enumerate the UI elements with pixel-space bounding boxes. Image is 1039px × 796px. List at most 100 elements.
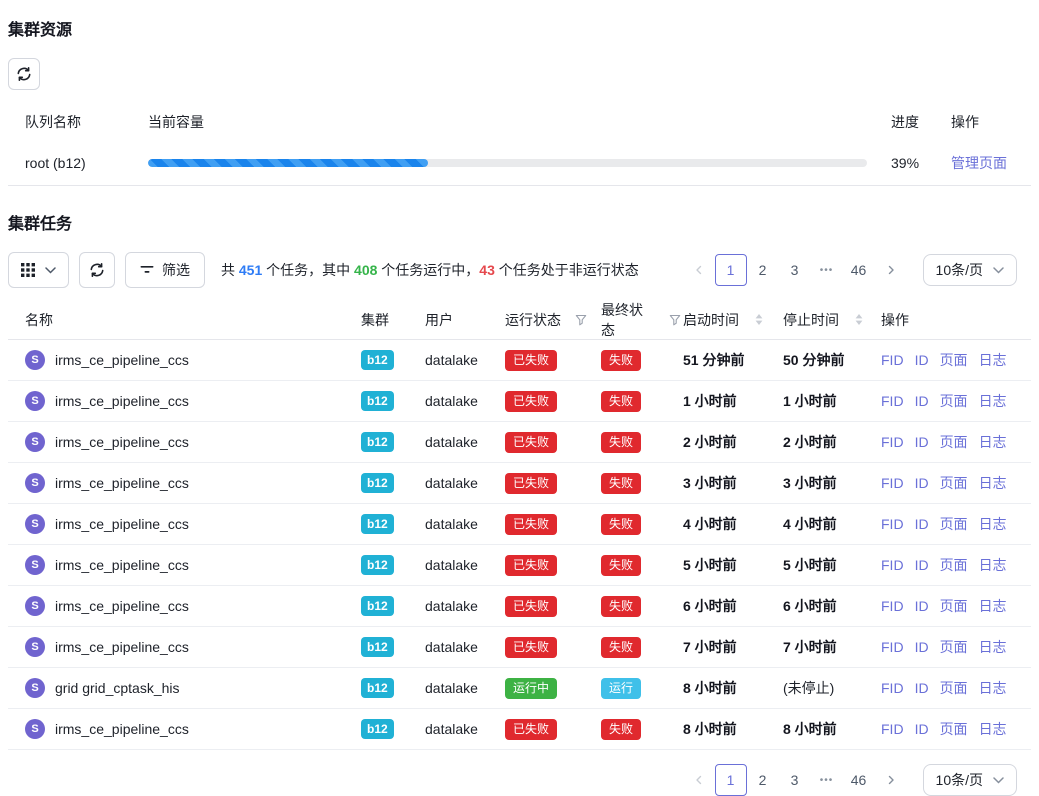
- action-link-fid[interactable]: FID: [881, 352, 904, 368]
- filter-lines-icon: [140, 265, 154, 275]
- grid-icon: [21, 263, 35, 277]
- pagination-page-2[interactable]: 2: [747, 254, 779, 286]
- action-link-page[interactable]: 页面: [940, 350, 968, 370]
- pagination-prev[interactable]: [683, 764, 715, 796]
- manage-page-link[interactable]: 管理页面: [951, 155, 1007, 171]
- action-link-page[interactable]: 页面: [940, 678, 968, 698]
- action-link-id[interactable]: ID: [915, 598, 929, 614]
- action-link-log[interactable]: 日志: [979, 473, 1007, 493]
- task-row: S irms_ce_pipeline_ccs b12 datalake 已失败 …: [8, 504, 1031, 545]
- action-link-log[interactable]: 日志: [979, 350, 1007, 370]
- task-row: S irms_ce_pipeline_ccs b12 datalake 已失败 …: [8, 586, 1031, 627]
- action-link-fid[interactable]: FID: [881, 475, 904, 491]
- pagination-page-1[interactable]: 1: [715, 254, 747, 286]
- filter-funnel-icon[interactable]: [575, 314, 587, 326]
- action-link-page[interactable]: 页面: [940, 637, 968, 657]
- action-link-id[interactable]: ID: [915, 557, 929, 573]
- cluster-badge: b12: [361, 350, 394, 370]
- action-link-id[interactable]: ID: [915, 434, 929, 450]
- task-name: grid grid_cptask_his: [55, 680, 180, 696]
- start-time: 51 分钟前: [683, 350, 744, 370]
- pagination: 123•••46 10条/页: [8, 764, 1031, 796]
- action-link-id[interactable]: ID: [915, 680, 929, 696]
- action-link-fid[interactable]: FID: [881, 557, 904, 573]
- action-link-id[interactable]: ID: [915, 475, 929, 491]
- pagination-page-2[interactable]: 2: [747, 764, 779, 796]
- action-link-id[interactable]: ID: [915, 639, 929, 655]
- pagination-ellipsis[interactable]: •••: [811, 254, 843, 286]
- run-status-badge: 已失败: [505, 719, 557, 740]
- task-avatar: S: [25, 514, 45, 534]
- resources-table: 队列名称 当前容量 进度 操作 root (b12) 39% 管理页面: [8, 104, 1031, 186]
- action-link-page[interactable]: 页面: [940, 473, 968, 493]
- action-link-log[interactable]: 日志: [979, 596, 1007, 616]
- tasks-refresh-button[interactable]: [79, 252, 115, 288]
- run-status-badge: 已失败: [505, 514, 557, 535]
- task-count-summary: 共 451 个任务，其中 408 个任务运行中，43 个任务处于非运行状态: [221, 260, 639, 280]
- action-link-fid[interactable]: FID: [881, 639, 904, 655]
- action-link-log[interactable]: 日志: [979, 555, 1007, 575]
- pagination-next[interactable]: [875, 764, 907, 796]
- start-time: 8 小时前: [683, 719, 737, 739]
- summary-count-red: 43: [479, 262, 495, 278]
- final-status-badge: 失败: [601, 473, 641, 494]
- task-row: S irms_ce_pipeline_ccs b12 datalake 已失败 …: [8, 627, 1031, 668]
- pagination-page-3[interactable]: 3: [779, 254, 811, 286]
- task-name: irms_ce_pipeline_ccs: [55, 721, 189, 737]
- col-header-action: 操作: [951, 112, 1031, 132]
- action-link-page[interactable]: 页面: [940, 719, 968, 739]
- filter-button[interactable]: 筛选: [125, 252, 205, 288]
- action-link-page[interactable]: 页面: [940, 596, 968, 616]
- action-link-fid[interactable]: FID: [881, 598, 904, 614]
- action-link-page[interactable]: 页面: [940, 555, 968, 575]
- pagination-page-3[interactable]: 3: [779, 764, 811, 796]
- pagination-prev[interactable]: [683, 254, 715, 286]
- page-size-select[interactable]: 10条/页: [923, 254, 1017, 286]
- task-name: irms_ce_pipeline_ccs: [55, 639, 189, 655]
- action-link-log[interactable]: 日志: [979, 719, 1007, 739]
- action-link-log[interactable]: 日志: [979, 514, 1007, 534]
- action-link-log[interactable]: 日志: [979, 391, 1007, 411]
- action-link-fid[interactable]: FID: [881, 516, 904, 532]
- sort-carets-icon[interactable]: [755, 314, 763, 325]
- pagination-next[interactable]: [875, 254, 907, 286]
- column-settings-button[interactable]: [8, 252, 69, 288]
- pagination-page-1[interactable]: 1: [715, 764, 747, 796]
- pagination-page-46[interactable]: 46: [843, 254, 875, 286]
- action-link-log[interactable]: 日志: [979, 678, 1007, 698]
- page-size-value: 10条/页: [936, 260, 983, 280]
- cluster-badge: b12: [361, 555, 394, 575]
- action-link-id[interactable]: ID: [915, 352, 929, 368]
- action-link-id[interactable]: ID: [915, 721, 929, 737]
- cluster-badge: b12: [361, 678, 394, 698]
- action-link-page[interactable]: 页面: [940, 514, 968, 534]
- action-link-fid[interactable]: FID: [881, 721, 904, 737]
- action-link-fid[interactable]: FID: [881, 393, 904, 409]
- action-link-id[interactable]: ID: [915, 393, 929, 409]
- task-actions: FID ID 页面日志: [879, 637, 1031, 657]
- task-name: irms_ce_pipeline_ccs: [55, 516, 189, 532]
- pagination-page-46[interactable]: 46: [843, 764, 875, 796]
- page-size-select[interactable]: 10条/页: [923, 764, 1017, 796]
- task-name: irms_ce_pipeline_ccs: [55, 352, 189, 368]
- action-link-fid[interactable]: FID: [881, 434, 904, 450]
- task-actions: FID ID 页面日志: [879, 719, 1031, 739]
- action-link-page[interactable]: 页面: [940, 432, 968, 452]
- action-link-fid[interactable]: FID: [881, 680, 904, 696]
- tasks-title: 集群任务: [8, 186, 1031, 234]
- action-link-id[interactable]: ID: [915, 516, 929, 532]
- sort-carets-icon[interactable]: [855, 314, 863, 325]
- action-link-log[interactable]: 日志: [979, 432, 1007, 452]
- task-actions: FID ID 页面日志: [879, 432, 1031, 452]
- task-actions: FID ID 页面日志: [879, 678, 1031, 698]
- task-row: S irms_ce_pipeline_ccs b12 datalake 已失败 …: [8, 709, 1031, 750]
- action-link-page[interactable]: 页面: [940, 391, 968, 411]
- resources-refresh-button[interactable]: [8, 58, 40, 90]
- action-link-log[interactable]: 日志: [979, 637, 1007, 657]
- col-header-start-time: 启动时间: [681, 310, 781, 330]
- filter-button-label: 筛选: [162, 260, 190, 280]
- task-actions: FID ID 页面日志: [879, 473, 1031, 493]
- refresh-icon: [89, 262, 105, 278]
- filter-funnel-icon[interactable]: [669, 314, 681, 326]
- pagination-ellipsis[interactable]: •••: [811, 764, 843, 796]
